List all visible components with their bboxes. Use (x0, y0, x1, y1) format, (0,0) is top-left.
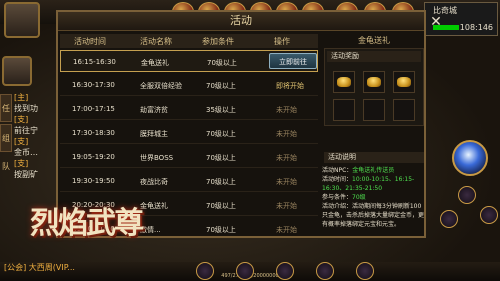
quest-item: 金币… (14, 148, 38, 157)
description-box: 活动说明 活动NPC：金龟送礼传送员 活动时间：10:00-10:15、16:1… (322, 152, 426, 238)
skill-orb[interactable] (452, 140, 488, 176)
row-name: 世界BOSS (140, 154, 174, 162)
table-row[interactable]: 19:30-19:50 夜战比奇 70级以上 未开始 (60, 170, 318, 192)
row-time: 17:00-17:15 (72, 105, 115, 113)
menu-button[interactable] (236, 262, 254, 280)
row-status: 未开始 (276, 226, 297, 234)
col-action: 操作 (274, 37, 290, 46)
row-cond: 70级以上 (206, 202, 236, 210)
table-row[interactable]: 19:05-19:20 世界BOSS 70级以上 未开始 (60, 146, 318, 168)
row-status: 未开始 (276, 130, 297, 138)
row-status: 未开始 (276, 106, 297, 114)
desc-text: 活动NPC：金龟送礼传送员 活动时间：10:00-10:15、16:15-16:… (322, 166, 426, 229)
row-time: 17:30-18:30 (72, 129, 115, 137)
row-cond: 70级以上 (206, 154, 236, 162)
cond-value: 70级 (352, 194, 366, 201)
row-cond: 35级以上 (206, 106, 236, 114)
reward-slot[interactable] (363, 99, 385, 121)
row-time: 19:30-19:50 (72, 177, 115, 185)
npc-label: 活动NPC： (322, 167, 353, 174)
row-name: 金龟送礼 (141, 59, 169, 67)
table-row[interactable]: 17:00-17:15 劫富济贫 35级以上 未开始 (60, 98, 318, 120)
activity-detail: 金龟送礼 活动奖励 活动说明 活动NPC：金龟送礼传送员 活动时间：10:00-… (322, 34, 426, 238)
pet-avatar[interactable] (2, 56, 32, 86)
player-avatar[interactable] (4, 2, 40, 38)
tab-team[interactable]: 组队 (0, 124, 12, 171)
reward-slot[interactable] (393, 71, 415, 93)
quest-item: [主] (14, 93, 29, 102)
menu-button[interactable] (196, 262, 214, 280)
row-time: 19:05-19:20 (72, 153, 115, 161)
menu-button[interactable] (276, 262, 294, 280)
go-now-button[interactable]: 立即前往 (269, 53, 317, 69)
gold-ingot-icon (397, 77, 411, 87)
quest-item: [支] (14, 159, 29, 168)
table-row[interactable]: 16:15-16:30 金龟送礼 70级以上 立即前往 (60, 50, 318, 72)
row-name: 劫富济贫 (140, 106, 168, 114)
skill-button[interactable] (480, 206, 498, 224)
row-time: 16:30-17:30 (72, 81, 115, 89)
gold-ingot-icon (337, 77, 351, 87)
cond-label: 参与条件： (322, 194, 353, 201)
row-cond: 70级以上 (206, 178, 236, 186)
reward-slot[interactable] (333, 99, 355, 121)
npc-value: 金龟送礼传送员 (352, 167, 395, 174)
col-name: 活动名称 (140, 37, 172, 46)
panel-title: 活动 (58, 12, 424, 31)
row-cond: 70级以上 (206, 226, 236, 234)
row-cond: 70级以上 (206, 82, 236, 90)
menu-button[interactable] (316, 262, 334, 280)
quest-item: 前往宁 (14, 126, 38, 135)
quest-item: 找到功 (14, 104, 38, 113)
col-cond: 参加条件 (202, 37, 234, 46)
bottom-bar: [公会] 大西周(VIP... 497/278561/20000000 (0, 262, 500, 281)
close-icon[interactable]: ✕ (428, 14, 444, 30)
quest-item: 按副矿 (14, 170, 38, 179)
reward-slot[interactable] (333, 71, 355, 93)
table-header: 活动时间 活动名称 参加条件 操作 (60, 34, 318, 48)
tab-quest[interactable]: 任务 (0, 94, 12, 141)
game-logo: 烈焰武尊 (30, 206, 144, 241)
row-status: 即将开始 (276, 82, 304, 90)
intro-label: 活动介绍： (322, 203, 353, 210)
row-cond: 70级以上 (207, 59, 237, 67)
reward-label: 活动奖励 (327, 51, 421, 62)
time-label: 活动时间： (322, 176, 353, 183)
desc-label: 活动说明 (324, 152, 424, 163)
quest-list[interactable]: [主] 找到功 [支] 前往宁 [支] 金币… [支] 按副矿 (14, 92, 56, 180)
skill-button[interactable] (440, 210, 458, 228)
row-status: 未开始 (276, 202, 297, 210)
menu-button[interactable] (356, 262, 374, 280)
gold-pile-icon (367, 77, 381, 87)
chat-line[interactable]: [公会] 大西周(VIP... (4, 262, 75, 273)
quest-item: [支] (14, 115, 29, 124)
row-name: 夜战比奇 (140, 178, 168, 186)
table-row[interactable]: 17:30-18:30 膜拜城主 70级以上 未开始 (60, 122, 318, 144)
row-cond: 70级以上 (206, 130, 236, 138)
col-time: 活动时间 (74, 37, 106, 46)
row-status: 未开始 (276, 154, 297, 162)
quest-item: [支] (14, 137, 29, 146)
row-name: 全服双倍经验 (140, 82, 182, 90)
reward-slot[interactable] (393, 99, 415, 121)
row-time: 16:15-16:30 (73, 58, 116, 66)
row-name: 膜拜城主 (140, 130, 168, 138)
reward-box: 活动奖励 (324, 48, 424, 126)
minimap-coords: 108:146 (459, 23, 493, 32)
reward-slot[interactable] (363, 71, 385, 93)
row-status: 未开始 (276, 178, 297, 186)
skill-button[interactable] (458, 186, 476, 204)
detail-title: 金龟送礼 (358, 36, 390, 45)
table-row[interactable]: 16:30-17:30 全服双倍经验 70级以上 即将开始 (60, 74, 318, 96)
